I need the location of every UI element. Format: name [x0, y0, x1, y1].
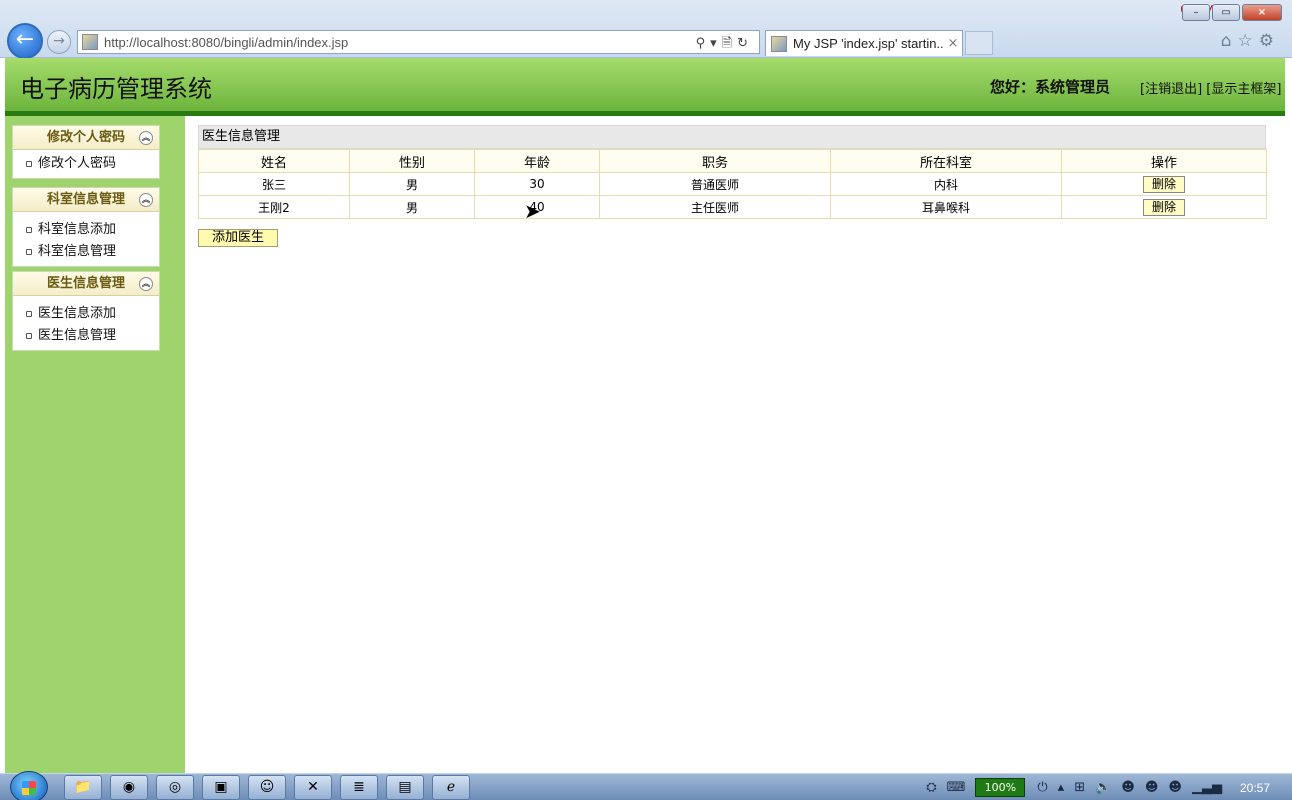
sidebar-item-change-password[interactable]: 修改个人密码 [13, 153, 159, 175]
delete-button[interactable]: 删除 [1143, 198, 1185, 216]
tray-icon[interactable]: ⛭ [926, 780, 936, 795]
table-header-row: 姓名 性别 年龄 职务 所在科室 操作 [198, 149, 1267, 173]
system-title: 电子病历管理系统 [20, 75, 212, 103]
notepad-taskbar-icon[interactable]: ▤ [386, 775, 424, 800]
sidebar-item-add-department[interactable]: 科室信息添加 [13, 219, 159, 241]
table-row: 张三 男 30 普通医师 内科 删除 [198, 172, 1267, 196]
doctor-table: 姓名 性别 年龄 职务 所在科室 操作 张三 男 30 普通医师 内科 删除 王… [198, 149, 1267, 219]
signal-icon[interactable]: ▁▃▅ [1192, 780, 1222, 795]
tab-close-icon[interactable]: × [944, 36, 962, 51]
star-icon[interactable]: ☆ [1238, 31, 1259, 51]
main-content: 医生信息管理 姓名 性别 年龄 职务 所在科室 操作 张三 男 30 普通医师 … [198, 125, 1267, 219]
logout-link[interactable]: [注销退出] [1140, 82, 1202, 97]
cell-title: 主任医师 [599, 195, 831, 219]
qq-icon[interactable]: ☻ [1145, 780, 1159, 795]
column-header: 姓名 [198, 149, 350, 173]
keyboard-icon[interactable]: ⌨ [947, 780, 966, 795]
cell-gender: 男 [349, 195, 475, 219]
forward-button[interactable]: → [47, 30, 71, 54]
cell-action: 删除 [1061, 195, 1267, 219]
network-icon[interactable]: ⊞ [1074, 780, 1085, 795]
sidebar-item-add-doctor[interactable]: 医生信息添加 [13, 303, 159, 325]
column-header: 性别 [349, 149, 475, 173]
clock[interactable]: 20:57 [1240, 781, 1270, 795]
collapse-icon[interactable]: ︽ [139, 277, 153, 291]
web-page: 电子病历管理系统 您好：系统管理员 [注销退出] [显示主框架] 修改个人密码 … [5, 58, 1285, 773]
collapse-icon[interactable]: ︽ [139, 131, 153, 145]
section-title: 医生信息管理 [198, 125, 1266, 149]
start-button[interactable] [10, 771, 48, 800]
delete-button[interactable]: 删除 [1143, 175, 1185, 193]
cell-name: 王刚2 [198, 195, 350, 219]
gear-icon[interactable]: ⚙ [1259, 31, 1280, 51]
sidebar-item-manage-department[interactable]: 科室信息管理 [13, 241, 159, 263]
power-icon[interactable]: ⏻ [1037, 780, 1047, 795]
favicon-icon [82, 34, 98, 50]
qq-icon[interactable]: ☻ [1121, 780, 1135, 795]
browser-chrome: 0:30/1:56 – ▭ × ← → http://localhost:808… [0, 0, 1292, 59]
volume-icon[interactable]: 🔈 [1095, 780, 1111, 795]
page-header: 电子病历管理系统 您好：系统管理员 [注销退出] [显示主框架] [5, 58, 1285, 116]
add-doctor-button[interactable]: 添加医生 [198, 229, 278, 247]
minimize-button[interactable]: – [1182, 4, 1210, 21]
cell-department: 耳鼻喉科 [830, 195, 1062, 219]
table-row: 王刚2 男 40 主任医师 耳鼻喉科 删除 [198, 195, 1267, 219]
cell-gender: 男 [349, 172, 475, 196]
battery-indicator[interactable]: 100% [975, 778, 1026, 797]
user-greeting: 您好：系统管理员 [990, 78, 1111, 96]
tab-favicon-icon [771, 35, 787, 52]
cell-action: 删除 [1061, 172, 1267, 196]
cell-title: 普通医师 [599, 172, 831, 196]
excel-taskbar-icon[interactable]: ✕ [294, 775, 332, 800]
address-url: http://localhost:8080/bingli/admin/index… [104, 34, 349, 50]
explorer-taskbar-icon[interactable]: 📁 [64, 775, 102, 800]
firefox-taskbar-icon[interactable]: ◉ [110, 775, 148, 800]
app-taskbar-icon[interactable]: ☺ [248, 775, 286, 800]
cell-age: 30 [474, 172, 600, 196]
address-bar[interactable]: http://localhost:8080/bingli/admin/index… [77, 30, 760, 54]
column-header: 职务 [599, 149, 831, 173]
sidebar-group-password: 修改个人密码 ︽ 修改个人密码 [12, 125, 160, 179]
column-header: 年龄 [474, 149, 600, 173]
home-icon[interactable]: ⌂ [1221, 31, 1238, 51]
show-frame-link[interactable]: [显示主框架] [1206, 82, 1281, 97]
app-taskbar-icon[interactable]: ◎ [156, 775, 194, 800]
system-tray: ⛭ ⌨ 100% ⏻ ▴ ⊞ 🔈 ☻ ☻ ☻ ▁▃▅ 20:57 [926, 774, 1292, 800]
sidebar-item-manage-doctor[interactable]: 医生信息管理 [13, 325, 159, 347]
taskbar: 📁 ◉ ◎ ▣ ☺ ✕ ≣ ▤ ℯ ⛭ ⌨ 100% ⏻ ▴ ⊞ 🔈 ☻ ☻ ☻… [0, 771, 1292, 800]
header-links: [注销退出] [显示主框架] [1140, 78, 1281, 97]
sidebar-group-header[interactable]: 医生信息管理 ︽ [13, 272, 159, 296]
close-window-button[interactable]: × [1242, 4, 1282, 21]
app-taskbar-icon[interactable]: ▣ [202, 775, 240, 800]
sidebar-group-department: 科室信息管理 ︽ 科室信息添加 科室信息管理 [12, 187, 160, 267]
sidebar-group-header[interactable]: 修改个人密码 ︽ [13, 126, 159, 150]
tab-title: My JSP 'index.jsp' startin... [793, 36, 944, 51]
restore-button[interactable]: ▭ [1212, 4, 1240, 21]
sidebar-group-header[interactable]: 科室信息管理 ︽ [13, 188, 159, 212]
qq-icon[interactable]: ☻ [1168, 780, 1182, 795]
window-controls: – ▭ × [1182, 4, 1282, 21]
mouse-cursor-icon: ➤ [524, 199, 541, 223]
tray-expand-icon[interactable]: ▴ [1058, 780, 1065, 795]
cell-name: 张三 [198, 172, 350, 196]
column-header: 操作 [1061, 149, 1267, 173]
cell-department: 内科 [830, 172, 1062, 196]
collapse-icon[interactable]: ︽ [139, 193, 153, 207]
sidebar-group-doctor: 医生信息管理 ︽ 医生信息添加 医生信息管理 [12, 271, 160, 351]
ie-taskbar-icon[interactable]: ℯ [432, 775, 470, 800]
new-tab-button[interactable] [965, 31, 993, 55]
address-tools[interactable]: ⚲▾🗎↻ [696, 34, 753, 56]
archive-taskbar-icon[interactable]: ≣ [340, 775, 378, 800]
column-header: 所在科室 [830, 149, 1062, 173]
back-button[interactable]: ← [7, 23, 43, 59]
browser-toolbar-icons: ⌂☆⚙ [1221, 31, 1280, 51]
browser-tab[interactable]: My JSP 'index.jsp' startin... × [765, 30, 963, 56]
